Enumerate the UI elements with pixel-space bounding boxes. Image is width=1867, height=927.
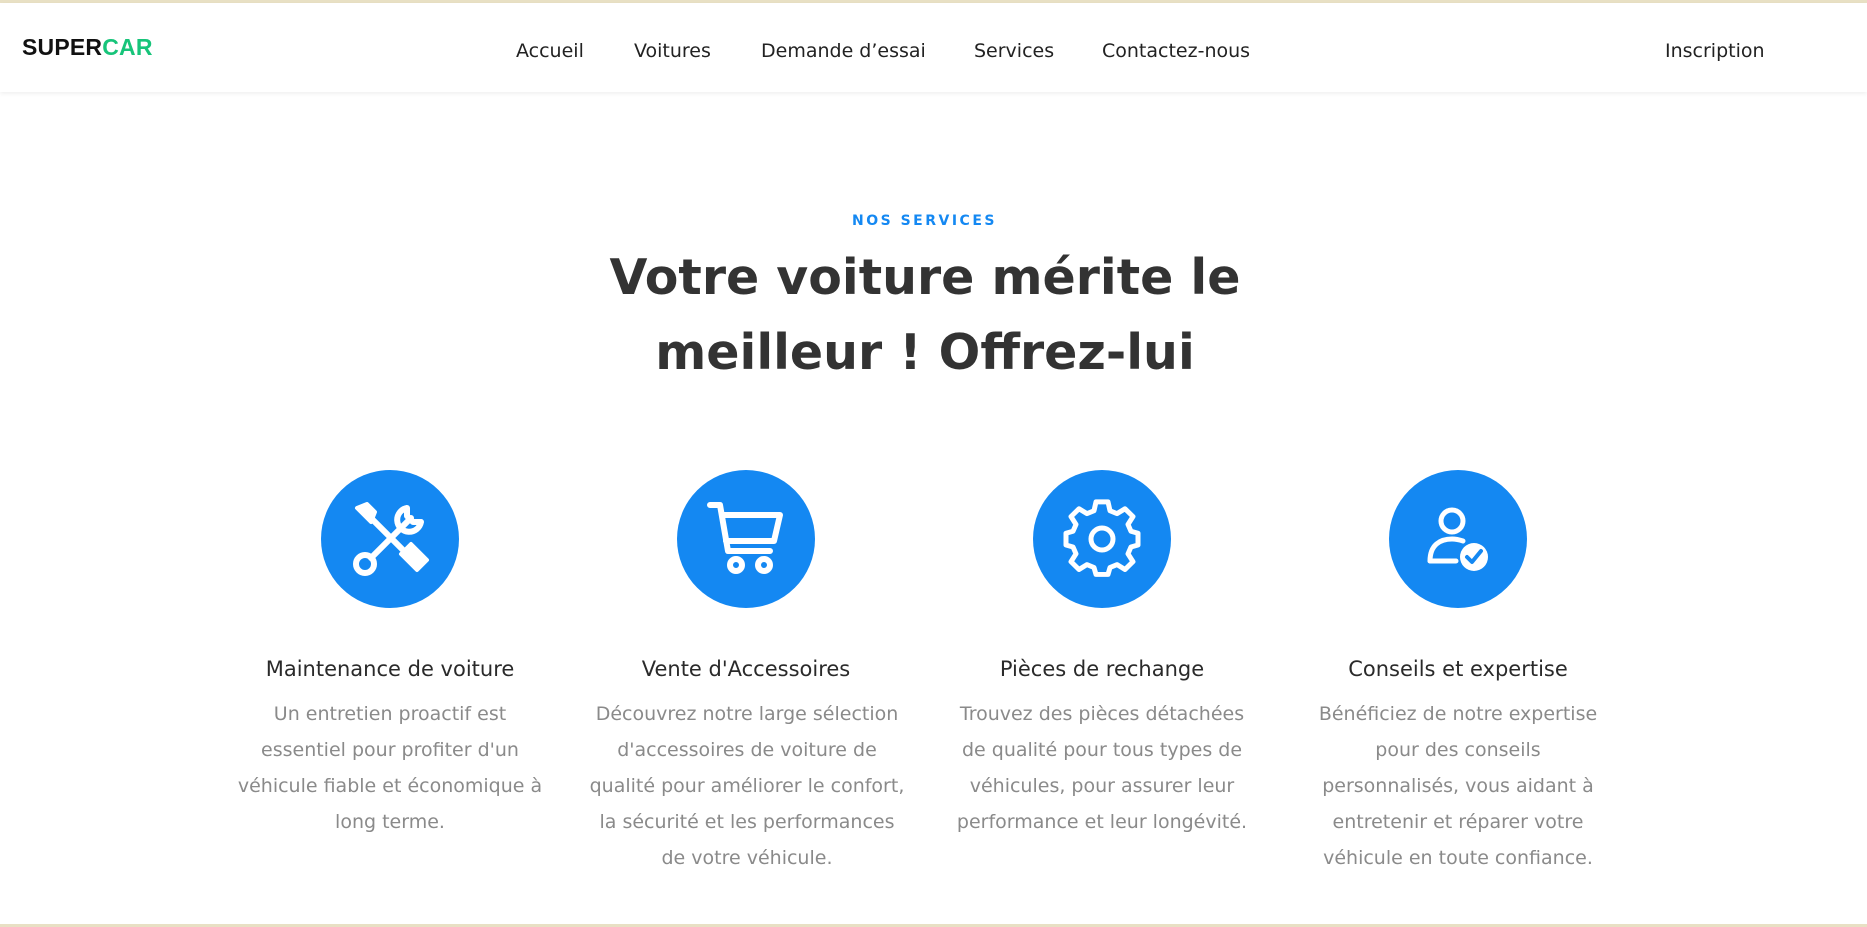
tools-icon xyxy=(353,502,429,576)
service-description: Un entretien proactif est essentiel pour… xyxy=(237,703,543,833)
service-card-maintenance: Maintenance de voiture Un entretien proa… xyxy=(230,470,550,840)
service-title: Conseils et expertise xyxy=(1348,657,1568,681)
service-icon-circle xyxy=(677,470,815,608)
service-description: Découvrez notre large sélection d'access… xyxy=(589,703,905,869)
service-icon-circle xyxy=(321,470,459,608)
services-section: Maintenance de voiture Un entretien proa… xyxy=(0,0,1867,927)
shopping-cart-icon xyxy=(707,502,783,574)
service-title: Vente d'Accessoires xyxy=(641,657,851,681)
user-check-icon xyxy=(1427,507,1488,571)
service-title: Maintenance de voiture xyxy=(265,657,515,681)
service-description: Trouvez des pièces détachées de qualité … xyxy=(956,703,1248,833)
service-icon-circle xyxy=(1033,470,1171,608)
service-card-expertise: Conseils et expertise Bénéficiez de notr… xyxy=(1298,470,1618,876)
service-card-accessories: Vente d'Accessoires Découvrez notre larg… xyxy=(586,470,906,876)
service-icon-circle xyxy=(1389,470,1527,608)
service-title: Pièces de rechange xyxy=(999,657,1205,681)
service-description: Bénéficiez de notre expertise pour des c… xyxy=(1318,703,1598,869)
service-card-spare-parts: Pièces de rechange Trouvez des pièces dé… xyxy=(942,470,1262,840)
gear-icon xyxy=(1063,499,1141,577)
